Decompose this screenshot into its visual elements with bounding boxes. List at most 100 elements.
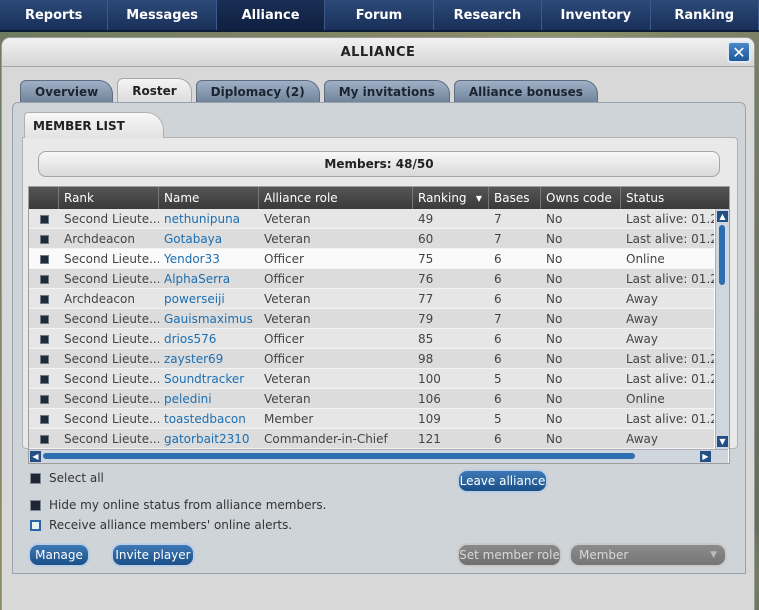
receive-alerts-label: Receive alliance members' online alerts. xyxy=(49,518,293,532)
invite-player-button[interactable]: Invite player xyxy=(111,543,195,567)
column-ranking-label: Ranking xyxy=(418,191,467,205)
leave-alliance-button[interactable]: Leave alliance xyxy=(457,469,548,493)
cell-name[interactable]: powerseiji xyxy=(159,289,259,309)
row-checkbox[interactable] xyxy=(29,309,59,329)
tab-roster[interactable]: Roster xyxy=(117,78,192,103)
row-select-checkbox[interactable] xyxy=(39,334,49,344)
top-navigation: Reports Messages Alliance Forum Research… xyxy=(0,0,759,32)
cell-name[interactable]: Yendor33 xyxy=(159,249,259,269)
cell-name[interactable]: Gotabaya xyxy=(159,229,259,249)
column-status[interactable]: Status xyxy=(621,187,729,209)
cell-name[interactable]: drios576 xyxy=(159,329,259,349)
cell-name[interactable]: gatorbait2310 xyxy=(159,429,259,449)
column-ranking[interactable]: Ranking ▼ xyxy=(413,187,489,209)
scroll-down-icon[interactable]: ▼ xyxy=(717,436,728,447)
row-checkbox[interactable] xyxy=(29,409,59,429)
cell-name[interactable]: toastedbacon xyxy=(159,409,259,429)
member-role-select[interactable]: Member ▼ xyxy=(569,543,727,567)
cell-name[interactable]: Gauismaximus xyxy=(159,309,259,329)
table-row[interactable]: Second Lieute... peledini Veteran 106 6 No Onl… xyxy=(29,389,714,409)
vertical-scroll-thumb[interactable] xyxy=(719,225,725,285)
cell-bases: 7 xyxy=(494,312,502,326)
row-select-checkbox[interactable] xyxy=(39,354,49,364)
column-owns-code[interactable]: Owns code xyxy=(541,187,621,209)
cell-owns-code: No xyxy=(546,212,563,226)
table-row[interactable]: Second Lieute... nethunipuna Veteran 49 7 No L… xyxy=(29,209,714,229)
row-checkbox[interactable] xyxy=(29,429,59,449)
cell-name[interactable]: AlphaSerra xyxy=(159,269,259,289)
scroll-up-icon[interactable]: ▲ xyxy=(717,211,728,222)
receive-alerts-option[interactable]: Receive alliance members' online alerts. xyxy=(30,518,292,532)
hide-status-option[interactable]: Hide my online status from alliance memb… xyxy=(30,498,327,512)
table-row[interactable]: Second Lieute... drios576 Officer 85 6 No Away xyxy=(29,329,714,349)
nav-alliance[interactable]: Alliance xyxy=(216,0,326,30)
tab-diplomacy[interactable]: Diplomacy (2) xyxy=(195,80,320,103)
row-select-checkbox[interactable] xyxy=(39,214,49,224)
receive-alerts-checkbox[interactable] xyxy=(30,519,41,531)
horizontal-scroll-thumb[interactable] xyxy=(43,453,635,459)
row-select-checkbox[interactable] xyxy=(39,254,49,264)
row-select-checkbox[interactable] xyxy=(39,234,49,244)
nav-research[interactable]: Research xyxy=(434,0,543,30)
cell-ranking: 77 xyxy=(418,292,434,306)
horizontal-scrollbar[interactable]: ◀ ▶ xyxy=(29,449,728,463)
row-checkbox[interactable] xyxy=(29,249,59,269)
table-row[interactable]: Archdeacon powerseiji Veteran 77 6 No Away xyxy=(29,289,714,309)
row-checkbox[interactable] xyxy=(29,389,59,409)
close-button[interactable]: ✕ xyxy=(727,41,751,63)
select-all-option[interactable]: Select all xyxy=(30,471,104,485)
cell-status: Last alive: 01.25. xyxy=(626,272,714,286)
row-checkbox[interactable] xyxy=(29,269,59,289)
hide-status-checkbox[interactable] xyxy=(30,499,41,511)
tab-alliance-bonuses[interactable]: Alliance bonuses xyxy=(453,80,598,103)
vertical-scrollbar[interactable]: ▲ ▼ xyxy=(715,209,729,449)
table-row[interactable]: Second Lieute... toastedbacon Member 109 5 No… xyxy=(29,409,714,429)
table-row[interactable]: Second Lieute... AlphaSerra Officer 76 6 No La… xyxy=(29,269,714,289)
nav-inventory[interactable]: Inventory xyxy=(542,0,651,30)
cell-name[interactable]: Soundtracker xyxy=(159,369,259,389)
table-row[interactable]: Second Lieute... Gauismaximus Veteran 79 7 No… xyxy=(29,309,714,329)
nav-forum[interactable]: Forum xyxy=(325,0,434,30)
cell-name[interactable]: zayster69 xyxy=(159,349,259,369)
tab-overview[interactable]: Overview xyxy=(20,80,114,103)
hide-status-label: Hide my online status from alliance memb… xyxy=(49,498,327,512)
row-checkbox[interactable] xyxy=(29,229,59,249)
table-row[interactable]: Second Lieute... zayster69 Officer 98 6 No Las… xyxy=(29,349,714,369)
row-checkbox[interactable] xyxy=(29,329,59,349)
nav-ranking[interactable]: Ranking xyxy=(651,0,759,30)
row-select-checkbox[interactable] xyxy=(39,394,49,404)
cell-alliance-role: Veteran xyxy=(264,212,311,226)
cell-name[interactable]: nethunipuna xyxy=(159,209,259,229)
nav-messages[interactable]: Messages xyxy=(108,0,217,30)
manage-button[interactable]: Manage xyxy=(28,543,90,567)
table-row[interactable]: Second Lieute... gatorbait2310 Commander-i… xyxy=(29,429,714,449)
row-checkbox[interactable] xyxy=(29,349,59,369)
scroll-right-icon[interactable]: ▶ xyxy=(700,451,711,462)
cell-rank: Second Lieute... xyxy=(64,432,159,446)
row-select-checkbox[interactable] xyxy=(39,434,49,444)
nav-reports[interactable]: Reports xyxy=(0,0,109,30)
table-row[interactable]: Second Lieute... Soundtracker Veteran 100 5 N… xyxy=(29,369,714,389)
cell-ranking: 106 xyxy=(418,392,441,406)
set-member-role-button[interactable]: Set member role xyxy=(457,543,562,567)
table-row[interactable]: Archdeacon Gotabaya Veteran 60 7 No Last alive… xyxy=(29,229,714,249)
row-select-checkbox[interactable] xyxy=(39,314,49,324)
tab-my-invitations[interactable]: My invitations xyxy=(323,80,450,103)
member-table: Rank Name Alliance role Ranking ▼ Bases … xyxy=(28,186,730,464)
cell-status: Online xyxy=(626,252,665,266)
column-rank[interactable]: Rank xyxy=(59,187,159,209)
select-all-checkbox[interactable] xyxy=(30,472,41,484)
row-select-checkbox[interactable] xyxy=(39,294,49,304)
scroll-left-icon[interactable]: ◀ xyxy=(30,451,41,462)
row-checkbox[interactable] xyxy=(29,209,59,229)
row-select-checkbox[interactable] xyxy=(39,414,49,424)
row-checkbox[interactable] xyxy=(29,369,59,389)
cell-name[interactable]: peledini xyxy=(159,389,259,409)
column-bases[interactable]: Bases xyxy=(489,187,541,209)
table-row[interactable]: Second Lieute... Yendor33 Officer 75 6 No Onli… xyxy=(29,249,714,269)
column-name[interactable]: Name xyxy=(159,187,259,209)
row-select-checkbox[interactable] xyxy=(39,274,49,284)
row-checkbox[interactable] xyxy=(29,289,59,309)
row-select-checkbox[interactable] xyxy=(39,374,49,384)
column-alliance-role[interactable]: Alliance role xyxy=(259,187,413,209)
